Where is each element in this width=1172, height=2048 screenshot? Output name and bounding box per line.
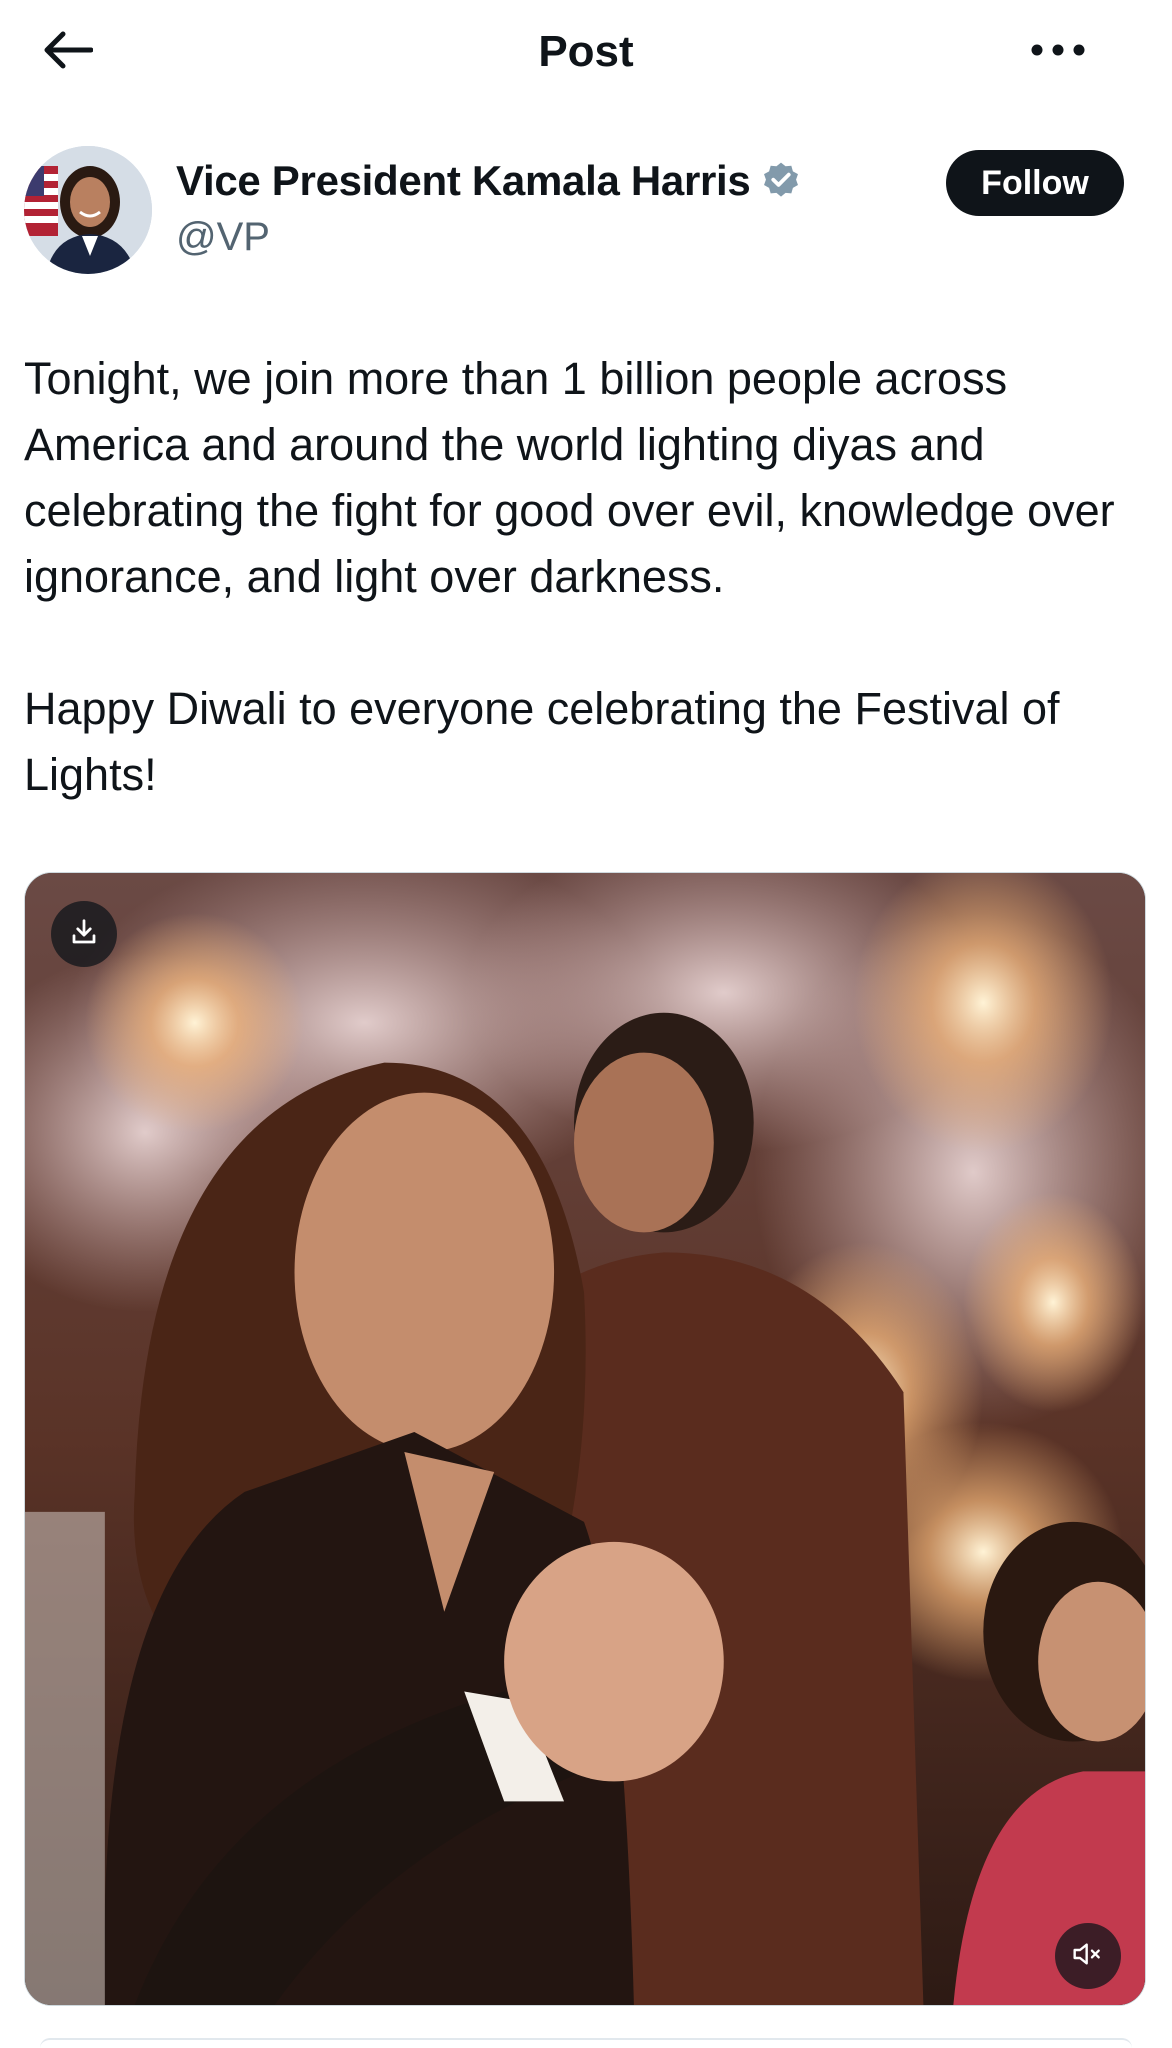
- post-detail-page: Post Vice President Kamala Harris @VP Fo…: [0, 0, 1172, 2048]
- post-text: Tonight, we join more than 1 billion peo…: [24, 346, 1134, 808]
- top-navigation-bar: Post: [0, 0, 1172, 104]
- verified-badge-icon: [760, 160, 802, 202]
- author-handle[interactable]: @VP: [176, 212, 270, 262]
- bottom-reply-bar-edge: [40, 2038, 1132, 2048]
- page-title: Post: [538, 27, 634, 76]
- post-paragraph-1: Tonight, we join more than 1 billion peo…: [24, 353, 1115, 602]
- mute-toggle-button[interactable]: [1055, 1923, 1121, 1989]
- video-frame: [25, 873, 1145, 2005]
- post-video[interactable]: [24, 872, 1146, 2006]
- author-name[interactable]: Vice President Kamala Harris: [176, 154, 802, 208]
- volume-muted-icon: [1072, 1940, 1104, 1973]
- more-horizontal-icon: [1030, 43, 1086, 62]
- download-button[interactable]: [51, 901, 117, 967]
- more-options-button[interactable]: [1010, 24, 1106, 80]
- post-paragraph-2: Happy Diwali to everyone celebrating the…: [24, 683, 1060, 800]
- download-icon: [69, 917, 99, 952]
- follow-button[interactable]: Follow: [946, 150, 1124, 216]
- author-name-text: Vice President Kamala Harris: [176, 157, 751, 204]
- author-row: Vice President Kamala Harris @VP Follow: [0, 140, 1172, 280]
- avatar[interactable]: [24, 146, 152, 274]
